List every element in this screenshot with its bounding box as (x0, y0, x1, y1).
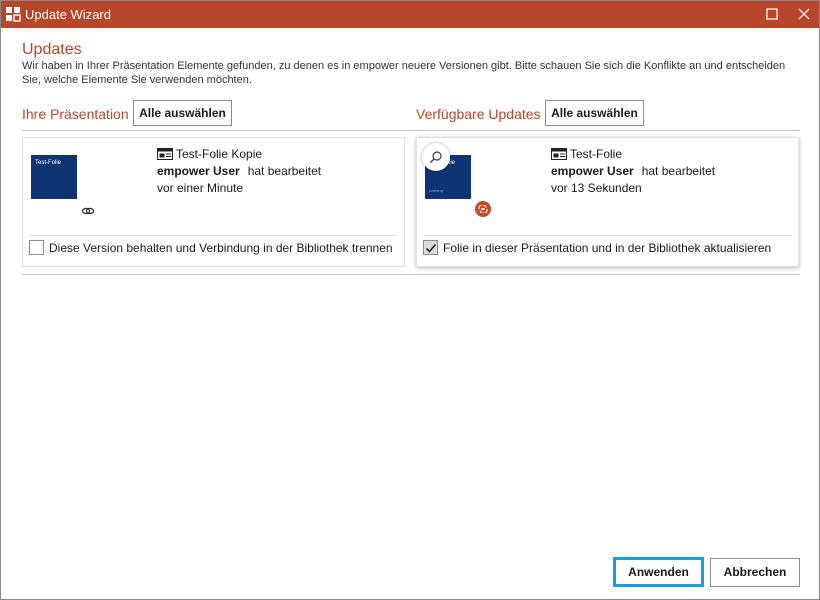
action-text: hat bearbeitet (247, 164, 322, 178)
current-version-card: Test-Folie Test-Folie Kopie empower User… (22, 137, 405, 267)
apply-update-checkbox[interactable] (423, 240, 438, 255)
section-divider (22, 130, 800, 131)
apply-update-label[interactable]: Folie in dieser Präsentation und in der … (443, 241, 771, 255)
window-title: Update Wizard (25, 7, 111, 22)
checkmark-icon (425, 243, 437, 253)
action-text: hat bearbeitet (641, 164, 716, 178)
slide-thumbnail[interactable]: Test-Folie (31, 155, 77, 199)
close-button[interactable] (789, 1, 819, 28)
cards-bottom-divider (22, 274, 800, 275)
slide-icon (551, 148, 567, 160)
card-divider (29, 235, 398, 236)
version-meta: Test-Folie Kopie empower User hat bearbei… (157, 146, 321, 197)
timestamp: vor einer Minute (157, 181, 244, 195)
keep-version-checkbox[interactable] (29, 240, 44, 255)
version-meta: Test-Folie empower User hat bearbeitet vo… (551, 146, 715, 197)
update-wizard-window: Update Wizard Updates Wir haben in Ihrer… (0, 0, 820, 600)
slide-name: Test-Folie (570, 147, 623, 161)
zoom-icon[interactable] (422, 143, 450, 171)
maximize-icon (766, 8, 778, 20)
update-badge-icon (474, 200, 492, 218)
slide-name: Test-Folie Kopie (176, 147, 263, 161)
page-title: Updates (22, 41, 82, 58)
card-divider (423, 235, 792, 236)
user-name: empower User (551, 164, 634, 178)
close-icon (798, 8, 810, 20)
available-update-card: Test-Folie Umfang (416, 137, 799, 267)
thumbnail-title: Test-Folie (35, 160, 62, 166)
select-all-left-button[interactable]: Alle auswählen (133, 100, 232, 126)
user-name: empower User (157, 164, 240, 178)
link-icon (81, 204, 95, 216)
timestamp: vor 13 Sekunden (551, 181, 642, 195)
apply-button[interactable]: Anwenden (613, 557, 704, 587)
thumbnail-subtitle: Umfang (429, 188, 444, 193)
title-bar: Update Wizard (1, 1, 819, 28)
cancel-button[interactable]: Abbrechen (710, 558, 800, 587)
keep-version-label[interactable]: Diese Version behalten und Verbindung in… (49, 241, 393, 255)
maximize-button[interactable] (757, 1, 787, 28)
app-logo-icon (5, 6, 21, 22)
section-label-presentation: Ihre Präsentation (22, 106, 129, 122)
select-all-right-button[interactable]: Alle auswählen (545, 100, 644, 126)
section-label-updates: Verfügbare Updates (416, 106, 541, 122)
slide-icon (157, 148, 173, 160)
intro-text: Wir haben in Ihrer Präsentation Elemente… (22, 60, 786, 86)
